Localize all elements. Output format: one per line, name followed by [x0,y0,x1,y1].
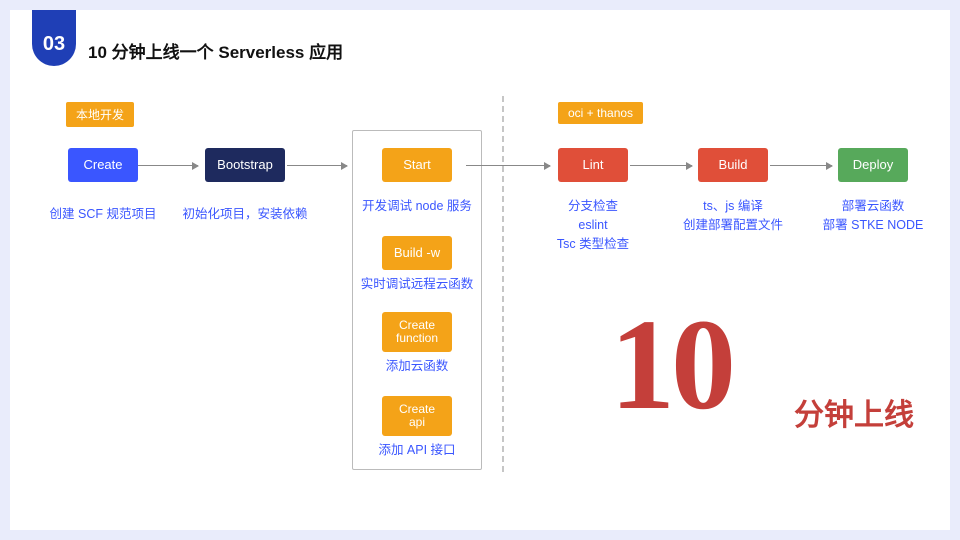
arrow-create-to-bootstrap [138,165,198,166]
caption-start: 开发调试 node 服务 [356,197,478,216]
section-number-badge: 03 [32,10,76,66]
slide: 03 10 分钟上线一个 Serverless 应用 本地开发 oci + th… [10,10,950,530]
substep-build-w: Build -w [382,236,452,270]
callout-text: 分钟上线 [794,390,914,434]
tag-oci-thanos: oci + thanos [558,102,643,124]
step-build: Build [698,148,768,182]
arrow-lint-to-build [630,165,692,166]
caption-deploy: 部署云函数部署 STKE NODE [808,197,938,235]
tag-local-dev: 本地开发 [66,102,134,127]
arrow-build-to-deploy [770,165,832,166]
arrow-bootstrap-to-start [287,165,347,166]
arrow-start-to-lint [466,165,550,166]
step-create: Create [68,148,138,182]
step-deploy: Deploy [838,148,908,182]
step-start: Start [382,148,452,182]
step-lint: Lint [558,148,628,182]
caption-create-function: 添加云函数 [356,357,478,376]
vertical-divider [502,96,504,472]
callout-number: 10 [610,300,732,430]
slide-title: 10 分钟上线一个 Serverless 应用 [88,38,343,63]
caption-create-api: 添加 API 接口 [356,441,478,460]
caption-create: 创建 SCF 规范项目 [40,205,166,224]
substep-create-api: Createapi [382,396,452,436]
caption-build: ts、js 编译创建部署配置文件 [670,197,796,235]
caption-build-w: 实时调试远程云函数 [356,275,478,294]
step-bootstrap: Bootstrap [205,148,285,182]
caption-bootstrap: 初始化项目，安装依赖 [178,205,312,224]
substep-create-function: Createfunction [382,312,452,352]
caption-lint: 分支检查eslintTsc 类型检查 [530,197,656,253]
